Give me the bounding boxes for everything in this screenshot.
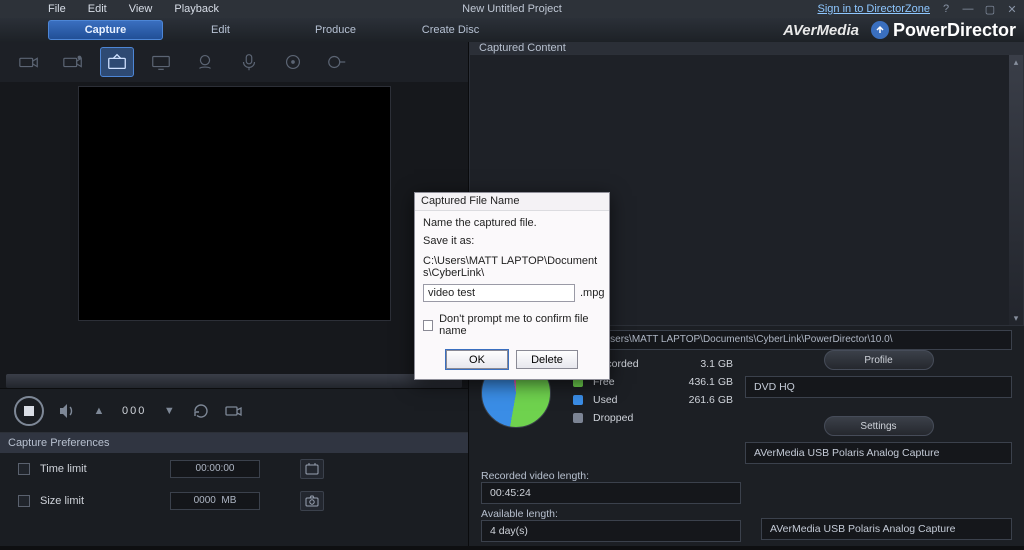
settings-value-2[interactable]: AVerMedia USB Polaris Analog Capture xyxy=(761,518,1012,540)
captured-content-heading: Captured Content xyxy=(469,42,1024,54)
dialog-save-path: C:\Users\MATT LAPTOP\Documents\CyberLink… xyxy=(423,255,601,279)
source-webcam-icon[interactable] xyxy=(188,47,222,77)
channel-down-icon[interactable]: ▼ xyxy=(160,402,178,420)
settings-button[interactable]: Settings xyxy=(824,416,934,436)
legend-recorded-value: 3.1 GB xyxy=(663,358,733,370)
dialog-title: Captured File Name xyxy=(415,193,609,211)
dialog-delete-button[interactable]: Delete xyxy=(516,350,578,369)
time-limit-checkbox[interactable] xyxy=(18,463,30,475)
profile-value[interactable]: DVD HQ xyxy=(745,376,1012,398)
captured-file-name-dialog: Captured File Name Name the captured fil… xyxy=(414,192,610,380)
mode-tab-row: Capture Edit Produce Create Disc AVerMed… xyxy=(0,18,1024,42)
dialog-extension: .mpg xyxy=(580,287,604,299)
size-limit-checkbox[interactable] xyxy=(18,495,30,507)
tab-create-disc[interactable]: Create Disc xyxy=(393,20,508,40)
time-limit-clock-icon[interactable] xyxy=(300,459,324,479)
legend-used-value: 261.6 GB xyxy=(663,394,733,406)
time-limit-label: Time limit xyxy=(40,463,100,475)
channel-counter: 000 xyxy=(122,405,146,417)
dialog-filename-input[interactable] xyxy=(423,284,575,302)
capture-source-row xyxy=(0,42,468,82)
available-length-label: Available length: xyxy=(481,508,741,520)
brand-powerdirector: PowerDirector xyxy=(871,20,1016,41)
legend-dropped-label: Dropped xyxy=(593,412,653,424)
help-icon[interactable]: ? xyxy=(940,3,952,15)
source-mic-icon[interactable] xyxy=(232,47,266,77)
brand-pd-text: PowerDirector xyxy=(893,20,1016,41)
brand-arrow-icon xyxy=(871,21,889,39)
legend-dropped-dot xyxy=(573,413,583,423)
scroll-up-icon[interactable]: ▴ xyxy=(1009,55,1023,69)
brand-avermedia: AVerMedia xyxy=(783,22,859,39)
brand-block: AVerMedia PowerDirector xyxy=(783,18,1016,42)
snapshot-video-icon[interactable] xyxy=(224,402,242,420)
menu-bar: File Edit View Playback New Untitled Pro… xyxy=(0,0,1024,18)
preview-scrollbar[interactable] xyxy=(6,374,462,388)
source-cd-icon[interactable] xyxy=(276,47,310,77)
legend-free-value: 436.1 GB xyxy=(663,376,733,388)
size-limit-camera-icon[interactable] xyxy=(300,491,324,511)
menu-view[interactable]: View xyxy=(129,3,153,15)
stop-record-button[interactable] xyxy=(14,396,44,426)
source-hdv-icon[interactable] xyxy=(56,47,90,77)
available-length-value: 4 day(s) xyxy=(481,520,741,542)
settings-value-1[interactable]: AVerMedia USB Polaris Analog Capture xyxy=(745,442,1012,464)
minimize-icon[interactable]: — xyxy=(962,3,974,15)
project-title: New Untitled Project xyxy=(462,3,562,15)
size-limit-label: Size limit xyxy=(40,495,100,507)
preview-area xyxy=(0,82,468,372)
signin-link[interactable]: Sign in to DirectorZone xyxy=(818,3,931,15)
refresh-icon[interactable] xyxy=(192,402,210,420)
tab-edit[interactable]: Edit xyxy=(163,20,278,40)
tab-capture[interactable]: Capture xyxy=(48,20,163,40)
recorded-length-value: 00:45:24 xyxy=(481,482,741,504)
transport-bar: ▲ 000 ▼ xyxy=(0,388,468,432)
source-pc-icon[interactable] xyxy=(144,47,178,77)
source-tv-icon[interactable] xyxy=(100,47,134,77)
legend-used-label: Used xyxy=(593,394,653,406)
scroll-down-icon[interactable]: ▾ xyxy=(1009,311,1023,325)
source-dvd-icon[interactable] xyxy=(320,47,354,77)
captured-scrollbar[interactable]: ▴ ▾ xyxy=(1009,55,1023,325)
menu-edit[interactable]: Edit xyxy=(88,3,107,15)
dialog-ok-button[interactable]: OK xyxy=(446,350,508,369)
close-icon[interactable]: ✕ xyxy=(1006,3,1018,15)
profile-button[interactable]: Profile xyxy=(824,350,934,370)
video-preview xyxy=(78,86,391,321)
capture-preferences-panel: Capture Preferences Time limit 00:00:00 … xyxy=(0,432,468,546)
dialog-dont-prompt-checkbox[interactable] xyxy=(423,320,433,331)
menu-file[interactable]: File xyxy=(48,3,66,15)
volume-icon[interactable] xyxy=(58,402,76,420)
maximize-icon[interactable]: ▢ xyxy=(984,3,996,15)
size-limit-field[interactable]: 0000 MB xyxy=(170,492,260,510)
tab-produce[interactable]: Produce xyxy=(278,20,393,40)
legend-used-dot xyxy=(573,395,583,405)
capture-folder-path[interactable]: C:\Users\MATT LAPTOP\Documents\CyberLink… xyxy=(583,330,1012,350)
dialog-dont-prompt-label: Don't prompt me to confirm file name xyxy=(439,313,601,337)
dialog-hint-2: Save it as: xyxy=(423,235,601,248)
dialog-hint-1: Name the captured file. xyxy=(423,217,601,230)
channel-up-icon[interactable]: ▲ xyxy=(90,402,108,420)
source-dv-icon[interactable] xyxy=(12,47,46,77)
time-limit-field[interactable]: 00:00:00 xyxy=(170,460,260,478)
menu-playback[interactable]: Playback xyxy=(174,3,219,15)
capture-preferences-heading: Capture Preferences xyxy=(0,433,468,453)
recorded-length-label: Recorded video length: xyxy=(481,470,741,482)
